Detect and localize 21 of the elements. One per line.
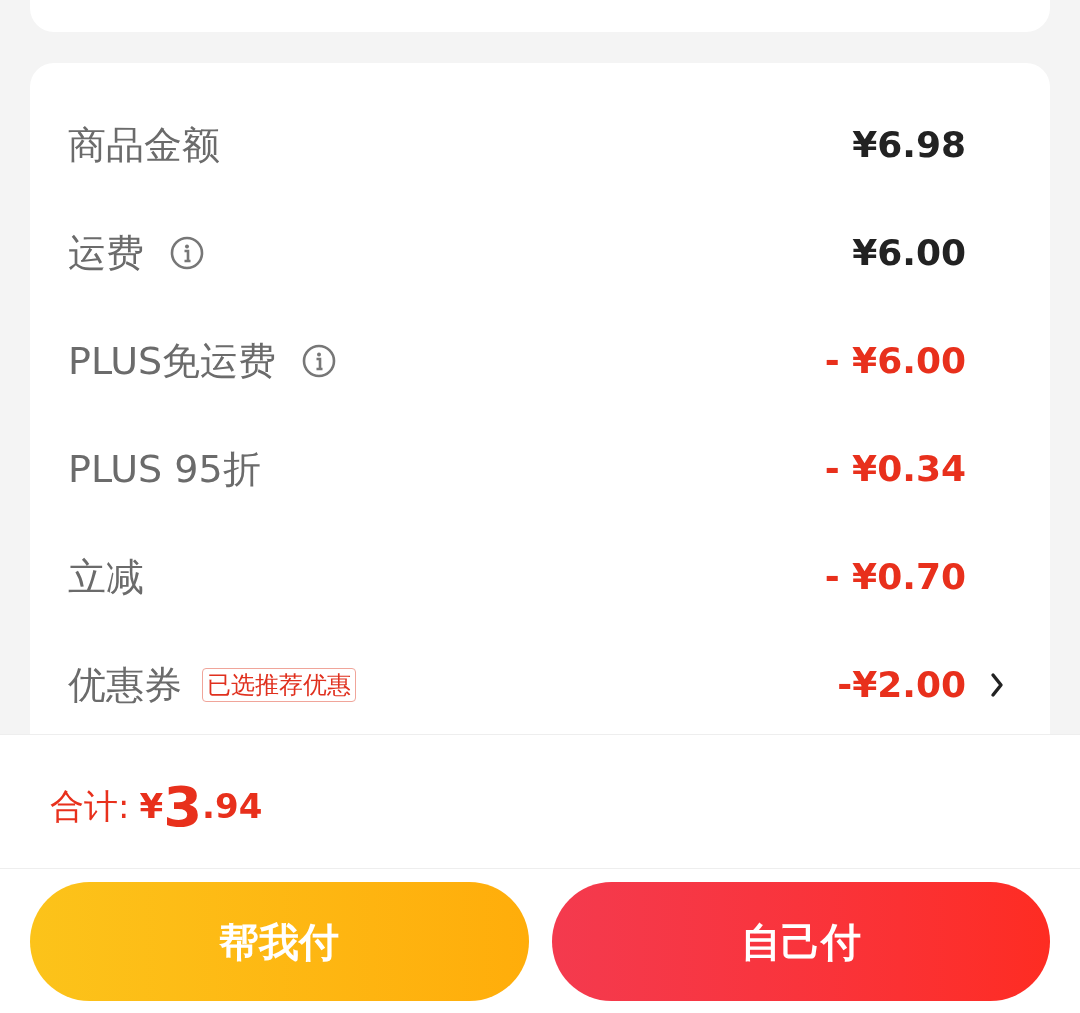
chevron-right-icon[interactable] (990, 672, 1004, 698)
fee-amount: - ¥6.00 (824, 339, 966, 383)
fee-label: 立减 (68, 553, 144, 601)
fee-amount: -¥2.00 (837, 663, 966, 707)
recommended-badge: 已选推荐优惠 (202, 668, 356, 702)
fee-label: 商品金额 (68, 121, 220, 169)
fee-amount: - ¥0.34 (824, 447, 966, 491)
info-icon[interactable] (302, 344, 337, 378)
fee-label: 运费 (68, 229, 144, 277)
total-label: 合计: (50, 785, 130, 828)
fee-amount: - ¥0.70 (824, 555, 966, 599)
info-icon[interactable] (170, 236, 204, 270)
fee-label: PLUS 95折 (68, 445, 261, 493)
fee-amount: ¥6.00 (852, 231, 966, 275)
fee-label: PLUS免运费 (68, 337, 277, 385)
currency-symbol: ¥ (139, 786, 164, 826)
fee-amount: ¥6.98 (852, 123, 966, 167)
total-integer: 3 (163, 778, 203, 835)
pay-myself-button[interactable]: 自己付 (551, 882, 1050, 1001)
total-decimal: .94 (202, 785, 263, 828)
fee-label: 优惠券 (68, 661, 182, 709)
